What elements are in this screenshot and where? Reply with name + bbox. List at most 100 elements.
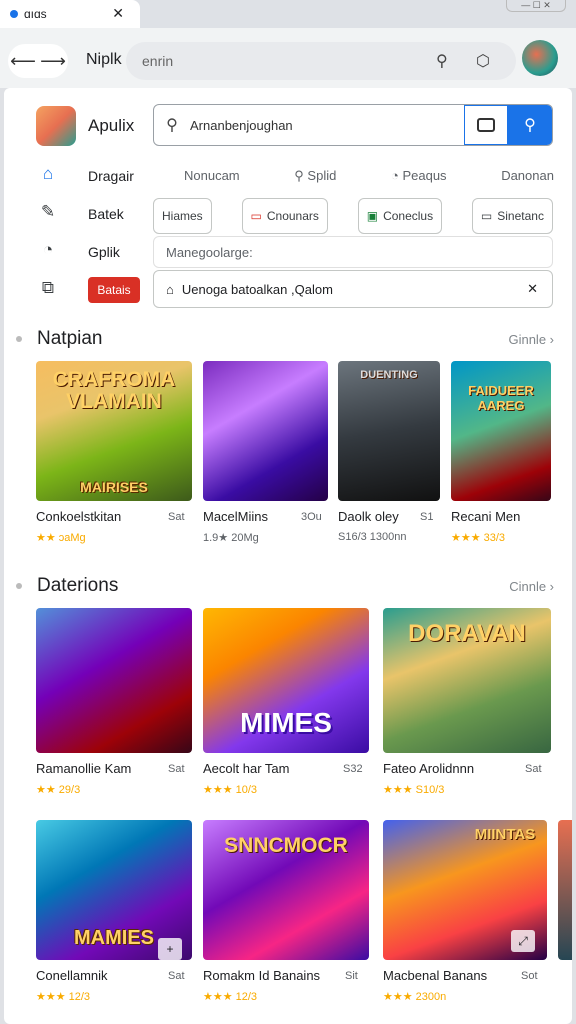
partial-game-card[interactable] [558,820,572,960]
game-thumbnail: SNNCMOCR [203,820,369,960]
game-size: 3Ou [301,511,322,523]
chip[interactable]: ▭ Cnounars [241,198,328,234]
add-icon[interactable]: + [158,938,182,960]
notice-field[interactable]: ⌂ Uenoga batoalkan ,Qalom ✕ [153,270,553,308]
game-thumbnail [203,361,328,501]
game-title: Romakm Id Banains [203,968,321,983]
tab-bar: ɑıɑs ✕ — ☐ ✕ [0,0,576,28]
search-icon: ⚲ [166,117,178,134]
camera-search-button[interactable] [464,105,508,145]
notice-text: Uenoga batoalkan ,Qalom [181,281,333,297]
chip[interactable]: Hiames [153,198,212,234]
nav-link[interactable]: Nonucam [184,168,240,184]
chip-label: Hiames [162,209,203,223]
game-art-title: MIINTAS [474,826,536,843]
forward-arrow-icon[interactable]: ⟶ [40,51,66,72]
game-rating: 1.9★ 20Mg [203,532,259,544]
game-art-title: DUENTING [360,369,418,381]
nav-buttons: ⟵ ⟶ [8,44,68,78]
chip-icon: ▭ [480,209,493,223]
section-title: Daterions [37,575,119,596]
category-nav: Nonucam ⚲ Splid ◔ Peaqus Danonan [184,168,554,184]
game-rating: ★★★ 33/3 [451,532,506,544]
game-title: Fateo Arolidnnn [383,761,475,776]
nav-link[interactable]: Danonan [501,168,554,184]
chip-label: Cnounars [266,209,319,223]
game-rating: S16/3 1300nn [338,531,407,543]
game-thumbnail [36,608,192,753]
game-size: Sot [521,970,538,982]
browser-toolbar: ⟵ ⟶ Niplk enrin ⚲ ⬡ [0,28,576,88]
address-bar[interactable]: enrin ⚲ ⬡ [126,42,516,80]
game-art-title: DORAVAN [408,620,526,647]
sidebar-item-label: Batek [88,206,124,222]
game-rating: ★★ 29/3 [36,784,81,796]
game-rating: ★★★ S10/3 [383,784,445,796]
app-logo [36,106,76,146]
clock-icon: ◔ [42,240,54,259]
bullet-icon [16,336,22,342]
game-title: Recani Men [451,509,521,524]
sidebar-item-label: Dragair [88,168,134,184]
page-content: Apulix ⚲ Arnanbenjoughan ⚲ ⌂ Dragair ✎ B… [4,88,572,1024]
status-badge[interactable]: Batais [88,277,140,303]
nav-link[interactable]: ◔ Peaqus [391,168,447,184]
game-thumbnail: CRAFROMA VLAMAIN MAIRISES [36,361,192,501]
game-size: Sat [168,763,185,775]
game-size: Sat [525,763,542,775]
game-thumbnail: MIMES [203,608,369,753]
game-size: Sit [345,970,358,982]
chip-icon: ▭ [250,209,262,223]
search-button[interactable]: ⚲ [508,105,552,145]
tab-title: ɑıɑs [24,7,47,21]
game-thumbnail: FAIDUEER AAREG [451,361,551,501]
user-icon[interactable]: ⚲ [436,51,448,71]
profile-avatar[interactable] [522,40,558,76]
expand-icon[interactable]: ⤢ [511,930,535,952]
window-controls[interactable]: — ☐ ✕ [506,0,566,12]
sidebar-item-batek[interactable]: ✎ Batek [36,202,124,226]
close-tab-icon[interactable]: ✕ [112,5,124,22]
filter-chips: Hiames ▭ Cnounars ▣ Coneclus ▭ Sinetanc [153,198,553,234]
chip-icon: ▣ [366,209,379,223]
game-size: Sat [168,970,185,982]
store-icon: ✎ [40,202,56,221]
browser-tab[interactable]: ɑıɑs ✕ [0,0,140,28]
game-title: Daolk oley [338,509,399,524]
search-bar[interactable]: ⚲ Arnanbenjoughan ⚲ [153,104,553,146]
back-arrow-icon[interactable]: ⟵ [10,51,36,72]
sidebar-item-extra[interactable]: ⧉ [36,278,60,302]
nav-link-label: Peaqus [402,168,447,183]
favicon-icon [10,10,18,18]
game-art-title: MIMES [240,707,332,738]
game-title: Aecolt har Tam [203,761,290,776]
game-rating: ★★★ 10/3 [203,784,258,796]
chip-label: Coneclus [383,209,434,223]
extension-icon[interactable]: ⬡ [476,51,490,71]
nav-link-label: Splid [307,168,337,183]
notice-icon: ⌂ [166,281,174,297]
game-rating: ★★★ 12/3 [36,991,91,1003]
sidebar-item-gplik[interactable]: ◔ Gplik [36,240,120,264]
game-title: Conkoelstkitan [36,509,122,524]
text-field[interactable]: Manegoolarge: [153,236,553,268]
game-art-title: SNNCMOCR [224,834,348,857]
see-more-link[interactable]: Cinnle › [509,579,554,594]
section-title: Natpian [37,328,103,349]
chip[interactable]: ▣ Coneclus [357,198,443,234]
game-title: MacelMiins [203,509,269,524]
camera-icon [477,118,495,132]
sidebar-item-label: Gplik [88,244,120,260]
search-input[interactable]: Arnanbenjoughan [190,118,464,133]
chip[interactable]: ▭ Sinetanc [471,198,553,234]
site-label: Niplk [86,51,122,68]
game-title: Conellamnik [36,968,108,983]
game-art-title: FAIDUEER AAREG [468,383,534,413]
game-art-title: CRAFROMA VLAMAIN [52,368,176,413]
close-icon[interactable]: ✕ [527,281,538,297]
sidebar-item-dragair[interactable]: ⌂ Dragair [36,164,134,188]
nav-link[interactable]: ⚲ Splid [294,168,336,184]
chip-label: Sinetanc [497,209,544,223]
see-more-link[interactable]: Ginnle › [508,332,554,347]
game-title: Macbenal Banans [383,968,488,983]
